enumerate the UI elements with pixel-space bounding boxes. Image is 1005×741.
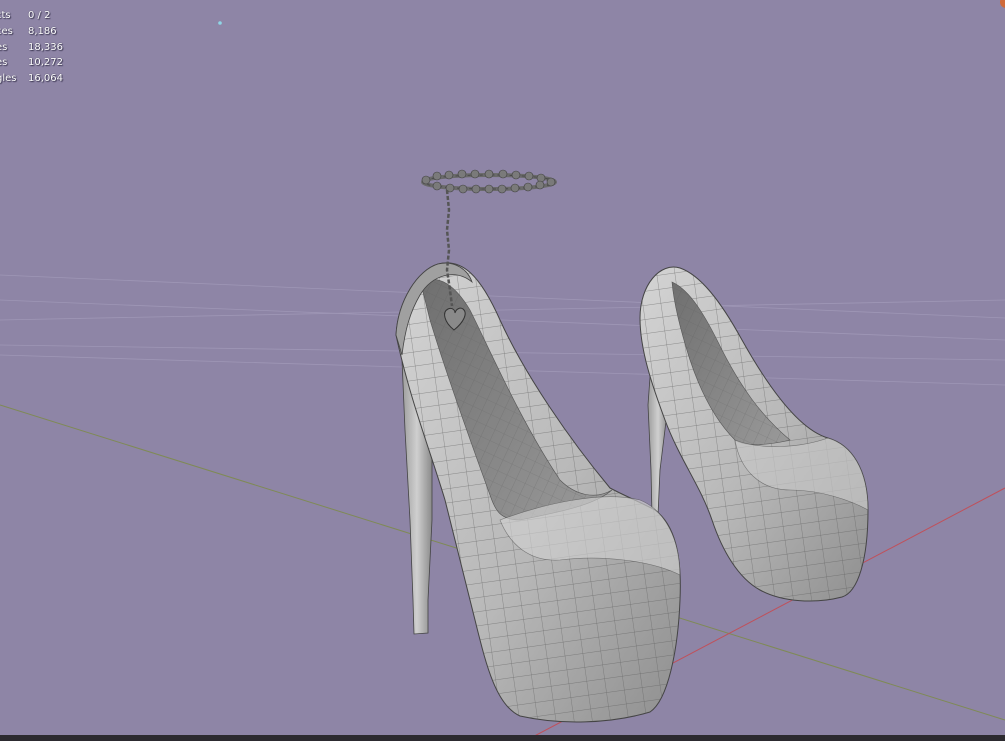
gizmo-corner[interactable]: [1000, 0, 1005, 8]
stat-value: 10,272: [28, 57, 63, 69]
stat-row-objects: cts 0 / 2: [0, 8, 63, 24]
scene-canvas[interactable]: [0, 0, 1005, 741]
stat-label: gles: [0, 73, 17, 85]
light-point[interactable]: [218, 21, 222, 25]
stat-value: 16,064: [28, 73, 63, 85]
stat-label: cts: [0, 10, 11, 21]
stat-label: es: [0, 57, 8, 69]
status-bar: [0, 735, 1005, 741]
stat-row-edges: es 18,336: [0, 40, 63, 56]
stat-value: 0 / 2: [28, 10, 51, 21]
stat-value: 18,336: [28, 41, 63, 53]
viewport-statistics: cts 0 / 2 ces 8,186 es 18,336 es 10,272 …: [0, 8, 63, 87]
stat-row-triangles: gles 16,064: [0, 71, 63, 87]
stat-label: ces: [0, 25, 13, 37]
left-shoe-mesh[interactable]: [395, 262, 681, 723]
stat-label: es: [0, 41, 8, 53]
stat-row-vertices: ces 8,186: [0, 24, 63, 40]
stat-row-faces: es 10,272: [0, 55, 63, 71]
3d-viewport[interactable]: cts 0 / 2 ces 8,186 es 18,336 es 10,272 …: [0, 0, 1005, 741]
stat-value: 8,186: [28, 25, 57, 37]
